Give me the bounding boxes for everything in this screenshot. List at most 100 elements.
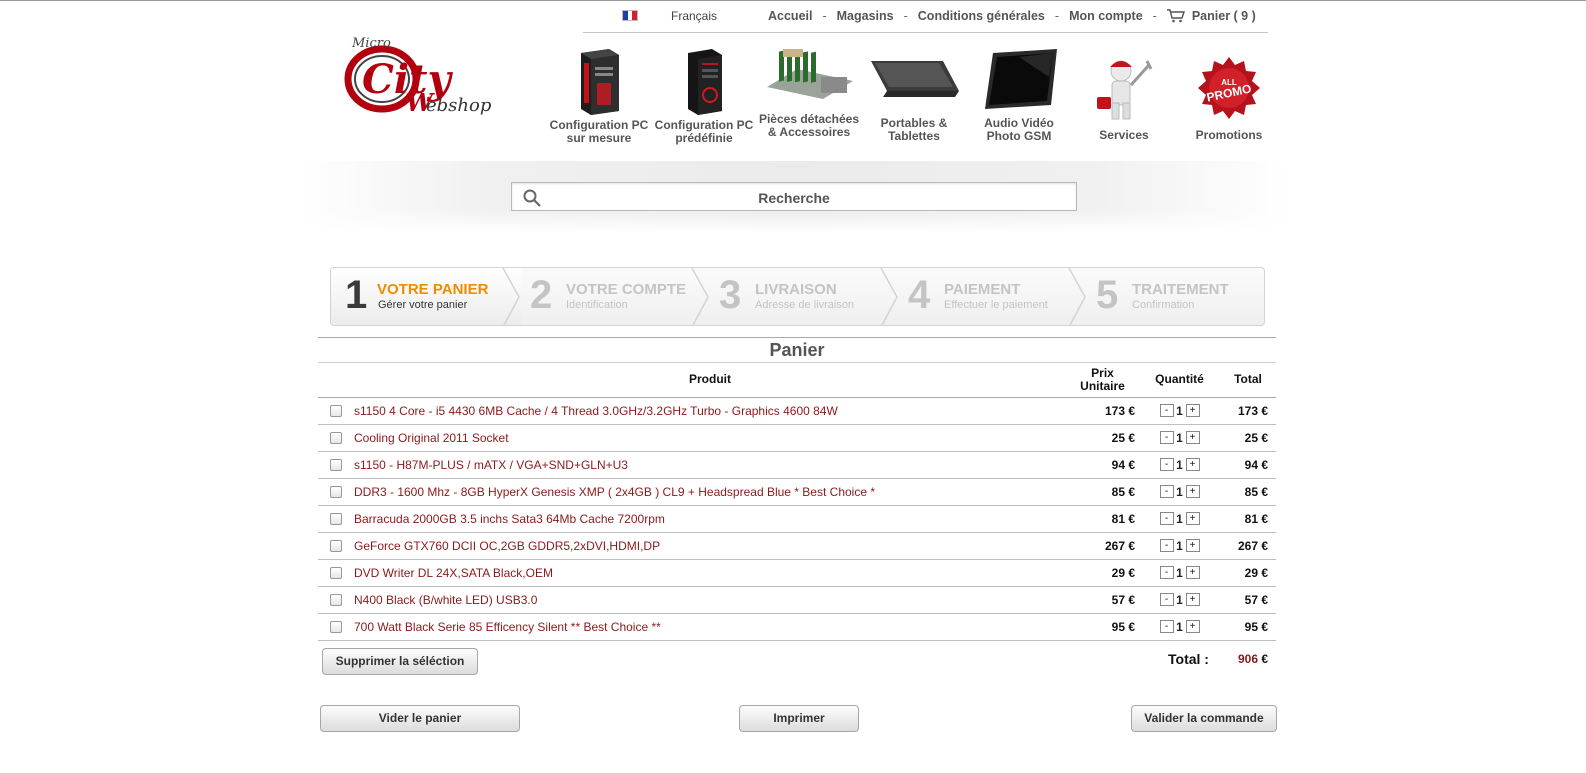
increase-quantity-button[interactable]: + xyxy=(1185,458,1200,472)
row-checkbox[interactable] xyxy=(330,405,342,418)
step-subtitle: Identification xyxy=(566,299,628,311)
quantity-value: 1 xyxy=(1176,430,1183,445)
category-configuration-sur-mesure[interactable]: Configuration PC sur mesure xyxy=(546,47,652,145)
category-portables-tablettes[interactable]: Portables & Tablettes xyxy=(861,47,967,143)
city-webshop-logo[interactable]: Micro City W ebshop xyxy=(344,31,494,131)
row-total: 173 € xyxy=(1220,397,1276,425)
product-name-link[interactable]: N400 Black (B/white LED) USB3.0 xyxy=(354,586,1066,614)
promo-badge-icon: ALL PROMO xyxy=(1198,57,1260,119)
increase-quantity-button[interactable]: + xyxy=(1185,485,1200,499)
shopping-cart-icon[interactable] xyxy=(1166,9,1185,23)
row-checkbox[interactable] xyxy=(330,486,342,499)
row-total: 267 € xyxy=(1220,532,1276,560)
quantity-stepper: -1 + xyxy=(1139,613,1220,641)
quantity-value: 1 xyxy=(1176,484,1183,499)
step-number: 1 xyxy=(345,273,368,317)
product-name-link[interactable]: 700 Watt Black Serie 85 Efficency Silent… xyxy=(354,613,1066,641)
validate-order-button[interactable]: Valider la commande xyxy=(1131,705,1277,732)
search-band: Recherche xyxy=(298,161,1288,233)
row-checkbox[interactable] xyxy=(330,540,342,553)
product-name-link[interactable]: DDR3 - 1600 Mhz - 8GB HyperX Genesis XMP… xyxy=(354,478,1066,506)
link-magasins[interactable]: Magasins xyxy=(837,9,894,23)
category-label: Promotions xyxy=(1195,128,1263,142)
increase-quantity-button[interactable]: + xyxy=(1185,620,1200,634)
table-row: DDR3 - 1600 Mhz - 8GB HyperX Genesis XMP… xyxy=(318,478,1276,506)
row-checkbox[interactable] xyxy=(330,621,342,634)
link-panier[interactable]: Panier ( 9 ) xyxy=(1192,9,1256,23)
cart-table: Produit Prix Unitaire Quantité Total s11… xyxy=(318,363,1276,641)
decrease-quantity-button[interactable]: - xyxy=(1159,539,1174,553)
step-number: 3 xyxy=(719,273,742,317)
unit-price: 173 € xyxy=(1066,397,1139,425)
category-promotions[interactable]: ALL PROMO Promotions xyxy=(1176,55,1282,142)
row-checkbox-cell xyxy=(318,586,354,614)
link-mon-compte[interactable]: Mon compte xyxy=(1069,9,1143,23)
quantity-value: 1 xyxy=(1176,511,1183,526)
svg-text:Micro: Micro xyxy=(351,36,391,51)
category-configuration-predefinie[interactable]: Configuration PC prédéfinie xyxy=(651,47,757,145)
decrease-quantity-button[interactable]: - xyxy=(1159,593,1174,607)
decrease-quantity-button[interactable]: - xyxy=(1159,566,1174,580)
category-audio-video[interactable]: Audio Vidéo Photo GSM xyxy=(966,47,1072,143)
decrease-quantity-button[interactable]: - xyxy=(1159,404,1174,418)
quantity-stepper: -1 + xyxy=(1139,478,1220,506)
row-checkbox-cell xyxy=(318,424,354,452)
table-row: N400 Black (B/white LED) USB3.0 57 € -1 +57… xyxy=(318,586,1276,614)
increase-quantity-button[interactable]: + xyxy=(1185,566,1200,580)
increase-quantity-button[interactable]: + xyxy=(1185,431,1200,445)
table-row: GeForce GTX760 DCII OC,2GB GDDR5,2xDVI,H… xyxy=(318,532,1276,560)
unit-price: 85 € xyxy=(1066,478,1139,506)
search-input[interactable]: Recherche xyxy=(511,182,1077,211)
unit-price: 25 € xyxy=(1066,424,1139,452)
increase-quantity-button[interactable]: + xyxy=(1185,539,1200,553)
product-name-link[interactable]: Barracuda 2000GB 3.5 inchs Sata3 64Mb Ca… xyxy=(354,505,1066,533)
cart-total-label: Total : xyxy=(1168,651,1209,667)
top-links: Accueil - Magasins - Conditions générale… xyxy=(768,9,1256,23)
row-total: 57 € xyxy=(1220,586,1276,614)
row-checkbox[interactable] xyxy=(330,432,342,445)
category-pieces-detachees[interactable]: Pièces détachées & Accessoires xyxy=(756,47,862,139)
increase-quantity-button[interactable]: + xyxy=(1185,404,1200,418)
delete-selection-button[interactable]: Supprimer la séléction xyxy=(322,648,478,675)
empty-cart-button[interactable]: Vider le panier xyxy=(320,705,520,732)
language-selector[interactable]: Français xyxy=(671,9,717,23)
step-title: TRAITEMENT xyxy=(1132,281,1229,298)
total-column-header: Total xyxy=(1220,363,1276,398)
quantity-value: 1 xyxy=(1176,538,1183,553)
step-4: 4 PAIEMENT Effectuer le paiement xyxy=(894,268,1084,325)
increase-quantity-button[interactable]: + xyxy=(1185,593,1200,607)
decrease-quantity-button[interactable]: - xyxy=(1159,620,1174,634)
row-checkbox[interactable] xyxy=(330,594,342,607)
product-name-link[interactable]: s1150 4 Core - i5 4430 6MB Cache / 4 Thr… xyxy=(354,397,1066,425)
product-name-link[interactable]: GeForce GTX760 DCII OC,2GB GDDR5,2xDVI,H… xyxy=(354,532,1066,560)
step-2: 2 VOTRE COMPTE Identification xyxy=(516,268,706,325)
row-checkbox[interactable] xyxy=(330,567,342,580)
row-checkbox[interactable] xyxy=(330,459,342,472)
step-title: VOTRE COMPTE xyxy=(566,281,687,298)
separator: - xyxy=(1152,9,1157,23)
svg-text:ebshop: ebshop xyxy=(426,95,492,116)
product-name-link[interactable]: DVD Writer DL 24X,SATA Black,OEM xyxy=(354,559,1066,587)
unit-price: 94 € xyxy=(1066,451,1139,479)
link-conditions[interactable]: Conditions générales xyxy=(918,9,1045,23)
decrease-quantity-button[interactable]: - xyxy=(1159,431,1174,445)
table-row: Cooling Original 2011 Socket 25 € -1 +25 € xyxy=(318,424,1276,452)
decrease-quantity-button[interactable]: - xyxy=(1159,512,1174,526)
link-accueil[interactable]: Accueil xyxy=(768,9,812,23)
step-3: 3 LIVRAISON Adresse de livraison xyxy=(705,268,895,325)
step-subtitle: Confirmation xyxy=(1132,299,1195,311)
quantity-stepper: -1 + xyxy=(1139,424,1220,452)
table-row: Barracuda 2000GB 3.5 inchs Sata3 64Mb Ca… xyxy=(318,505,1276,533)
tv-screen-icon xyxy=(985,49,1057,109)
decrease-quantity-button[interactable]: - xyxy=(1159,458,1174,472)
step-number: 4 xyxy=(908,273,931,317)
ram-modules-icon xyxy=(767,49,853,99)
product-name-link[interactable]: s1150 - H87M-PLUS / mATX / VGA+SND+GLN+U… xyxy=(354,451,1066,479)
product-name-link[interactable]: Cooling Original 2011 Socket xyxy=(354,424,1066,452)
row-checkbox[interactable] xyxy=(330,513,342,526)
french-flag-icon[interactable] xyxy=(622,10,638,21)
print-button[interactable]: Imprimer xyxy=(739,705,859,732)
increase-quantity-button[interactable]: + xyxy=(1185,512,1200,526)
decrease-quantity-button[interactable]: - xyxy=(1159,485,1174,499)
category-services[interactable]: Services xyxy=(1071,55,1177,142)
